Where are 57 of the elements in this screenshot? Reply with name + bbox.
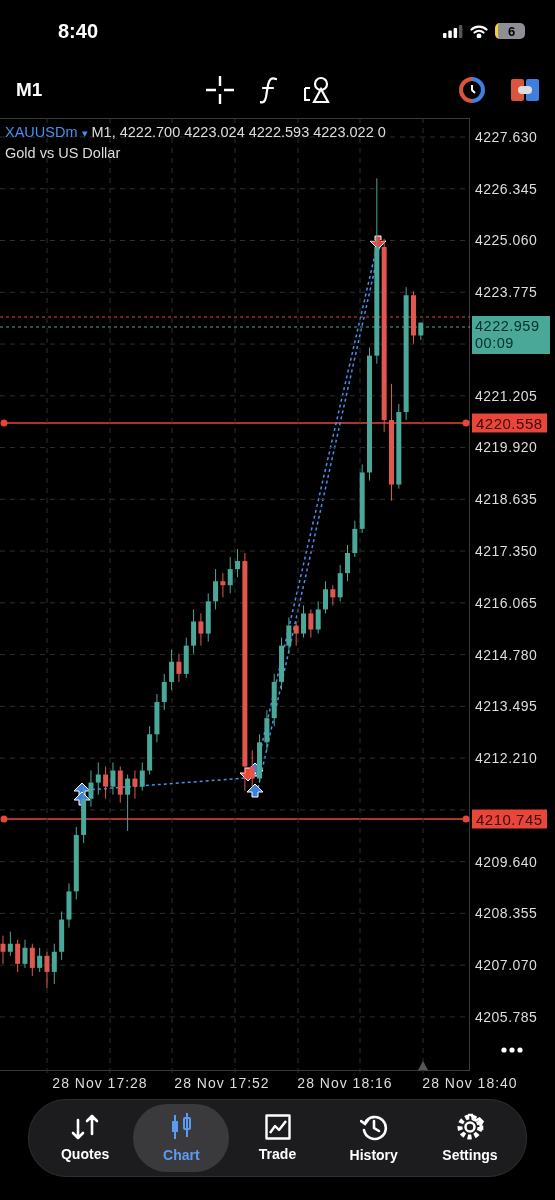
nav-tab[interactable]: Chart xyxy=(133,1104,230,1172)
nav-tab[interactable]: Settings xyxy=(421,1104,518,1172)
price-label: 4217.350 xyxy=(475,543,538,559)
price-label: 4227.630 xyxy=(475,128,538,145)
time-label: 28 Nov 18:40 xyxy=(422,1075,518,1091)
price-label: 4213.495 xyxy=(475,698,538,715)
time-label: 28 Nov 17:52 xyxy=(174,1075,270,1091)
candlestick-icon xyxy=(169,1113,194,1141)
symbol-description: Gold vs US Dollar xyxy=(5,144,122,163)
buy-arrow-icon xyxy=(246,783,264,798)
signal-icon xyxy=(443,24,463,38)
price-level-line[interactable] xyxy=(0,815,470,823)
function-icon[interactable] xyxy=(260,76,278,104)
current-price: 4222.959 xyxy=(475,318,541,335)
more-icon[interactable] xyxy=(501,1047,523,1053)
candle xyxy=(411,290,416,345)
price-label: 4207.070 xyxy=(475,957,538,974)
candle xyxy=(323,580,328,614)
price-level-line[interactable] xyxy=(0,419,470,427)
toggle-icon[interactable] xyxy=(511,79,539,101)
timeframe-button[interactable]: M1 xyxy=(16,79,206,101)
sort-arrows-icon xyxy=(71,1114,100,1140)
price-label: 4225.060 xyxy=(475,232,538,249)
history-clock-icon xyxy=(359,1113,388,1141)
price-label: 4209.640 xyxy=(475,853,538,870)
price-label: 4214.780 xyxy=(475,646,538,663)
price-level-label: 4220.558 xyxy=(472,413,547,433)
candle-countdown: 00:09 xyxy=(475,335,515,352)
price-label: 4216.065 xyxy=(475,594,538,611)
price-label: 4212.210 xyxy=(475,750,538,767)
price-label: 4208.355 xyxy=(475,905,538,922)
nav-tab[interactable]: History xyxy=(325,1104,422,1172)
price-label: 4219.920 xyxy=(475,439,538,456)
price-label: 4218.635 xyxy=(475,491,538,508)
price-label: 4226.345 xyxy=(475,180,538,197)
nav-tab[interactable]: Quotes xyxy=(37,1104,134,1172)
clock-toggle-icon[interactable] xyxy=(459,77,485,103)
price-label: 4205.785 xyxy=(475,1008,538,1025)
crosshair-icon[interactable] xyxy=(206,76,234,104)
price-level-label: 4210.745 xyxy=(472,809,547,829)
shapes-icon[interactable] xyxy=(304,76,330,104)
wifi-icon xyxy=(470,24,488,38)
nav-tab[interactable]: Trade xyxy=(229,1104,326,1172)
time-marker-icon xyxy=(418,1061,428,1070)
candle xyxy=(345,544,350,582)
line-chart-icon xyxy=(264,1114,291,1140)
ohlc-values: M1, 4222.700 4223.024 4222.593 4223.022 0 xyxy=(91,123,386,142)
time-label: 28 Nov 18:16 xyxy=(297,1075,393,1091)
price-label: 4221.205 xyxy=(475,387,538,404)
clock-time: 8:40 xyxy=(58,19,99,43)
candle xyxy=(418,322,424,341)
price-label: 4223.775 xyxy=(475,284,538,301)
symbol-name[interactable]: XAUUSDm xyxy=(5,122,78,142)
battery-level: 6 xyxy=(495,23,525,39)
dropdown-icon[interactable]: ▾ xyxy=(81,123,88,143)
time-label: 28 Nov 17:28 xyxy=(52,1075,148,1091)
settings-icon xyxy=(455,1113,484,1141)
